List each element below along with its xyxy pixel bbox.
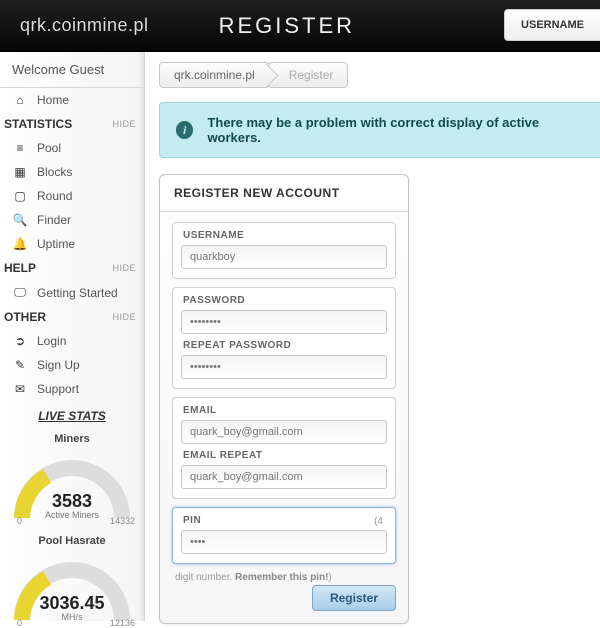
gauge-value: 3036.45 <box>7 593 137 614</box>
register-button[interactable]: Register <box>312 585 396 611</box>
main: qrk.coinmine.plRegister i There may be a… <box>145 52 600 621</box>
list-icon: ≡ <box>12 141 28 155</box>
welcome-text: Welcome Guest <box>0 52 144 88</box>
fieldset-pin: PIN (4 <box>172 507 396 564</box>
gauge-max: 14332 <box>110 516 135 526</box>
sidebar-item-round[interactable]: ▢Round <box>0 184 144 208</box>
gauge-hashrate: 3036.45 MH/s 0 12136 <box>7 550 137 628</box>
hide-toggle[interactable]: HIDE <box>112 119 136 129</box>
sidebar-item-pool[interactable]: ≡Pool <box>0 136 144 160</box>
sidebar-item-uptime[interactable]: 🔔Uptime <box>0 232 144 256</box>
sidebar-item-label: Home <box>37 93 69 107</box>
mail-icon: ✉ <box>12 382 28 396</box>
hide-toggle[interactable]: HIDE <box>112 263 136 273</box>
pin-input[interactable] <box>181 530 387 554</box>
breadcrumb-root[interactable]: qrk.coinmine.pl <box>159 62 270 88</box>
bell-icon: 🔔 <box>12 237 28 251</box>
pin-hint-right: (4 <box>374 516 383 527</box>
sidebar-section-other[interactable]: OTHER HIDE <box>0 305 144 329</box>
sidebar-item-support[interactable]: ✉Support <box>0 377 144 401</box>
sidebar-item-login[interactable]: ➲Login <box>0 329 144 353</box>
hide-toggle[interactable]: HIDE <box>112 312 136 322</box>
sidebar-section-help[interactable]: HELP HIDE <box>0 256 144 280</box>
home-icon: ⌂ <box>12 93 28 107</box>
monitor-icon: 🖵 <box>12 285 28 300</box>
sidebar-section-statistics[interactable]: STATISTICS HIDE <box>0 112 144 136</box>
gauge-min: 0 <box>17 516 22 526</box>
panel-title: REGISTER NEW ACCOUNT <box>160 175 408 212</box>
live-stats-heading: LIVE STATS <box>0 401 144 427</box>
breadcrumb: qrk.coinmine.plRegister <box>159 62 600 88</box>
password-input[interactable] <box>181 310 387 334</box>
email-repeat-label: EMAIL REPEAT <box>183 450 387 461</box>
info-alert: i There may be a problem with correct di… <box>159 102 600 158</box>
brand[interactable]: qrk.coinmine.pl <box>0 15 149 36</box>
breadcrumb-current: Register <box>268 62 349 88</box>
repeat-password-input[interactable] <box>181 355 387 379</box>
email-input[interactable] <box>181 420 387 444</box>
grid-icon: ▦ <box>12 165 28 179</box>
fieldset-password: PASSWORD REPEAT PASSWORD <box>172 287 396 389</box>
gauge-title-hashrate: Pool Hasrate <box>0 529 144 550</box>
sidebar-item-finder[interactable]: 🔍Finder <box>0 208 144 232</box>
pin-label: PIN <box>183 515 387 526</box>
search-icon: 🔍 <box>12 213 28 227</box>
username-input[interactable] <box>181 245 387 269</box>
repeat-password-label: REPEAT PASSWORD <box>183 340 387 351</box>
email-label: EMAIL <box>183 405 387 416</box>
email-repeat-input[interactable] <box>181 465 387 489</box>
info-icon: i <box>176 121 193 139</box>
gauge-min: 0 <box>17 618 22 628</box>
pencil-icon: ✎ <box>12 358 28 372</box>
sidebar-item-signup[interactable]: ✎Sign Up <box>0 353 144 377</box>
image-icon: ▢ <box>12 189 28 203</box>
gauge-miners: 3583 Active Miners 0 14332 <box>7 448 137 526</box>
sidebar-item-blocks[interactable]: ▦Blocks <box>0 160 144 184</box>
sidebar: Welcome Guest ⌂ Home STATISTICS HIDE ≡Po… <box>0 52 145 621</box>
password-label: PASSWORD <box>183 295 387 306</box>
username-label: USERNAME <box>183 230 387 241</box>
sidebar-item-getting-started[interactable]: 🖵Getting Started <box>0 280 144 305</box>
sidebar-item-home[interactable]: ⌂ Home <box>0 88 144 112</box>
gauge-title-miners: Miners <box>0 427 144 448</box>
fieldset-username: USERNAME <box>172 222 396 279</box>
register-panel: REGISTER NEW ACCOUNT USERNAME PASSWORD R… <box>159 174 409 624</box>
fieldset-email: EMAIL EMAIL REPEAT <box>172 397 396 499</box>
register-form: USERNAME PASSWORD REPEAT PASSWORD EMAIL … <box>160 212 408 583</box>
username-login-button[interactable]: USERNAME <box>504 9 600 41</box>
page-title: REGISTER <box>219 13 355 39</box>
pin-hint: digit number. Remember this pin!) <box>175 572 396 583</box>
top-bar: qrk.coinmine.pl REGISTER USERNAME <box>0 0 600 52</box>
gauge-value: 3583 <box>7 491 137 512</box>
login-icon: ➲ <box>12 334 28 348</box>
alert-text: There may be a problem with correct disp… <box>207 115 584 145</box>
gauge-max: 12136 <box>110 618 135 628</box>
